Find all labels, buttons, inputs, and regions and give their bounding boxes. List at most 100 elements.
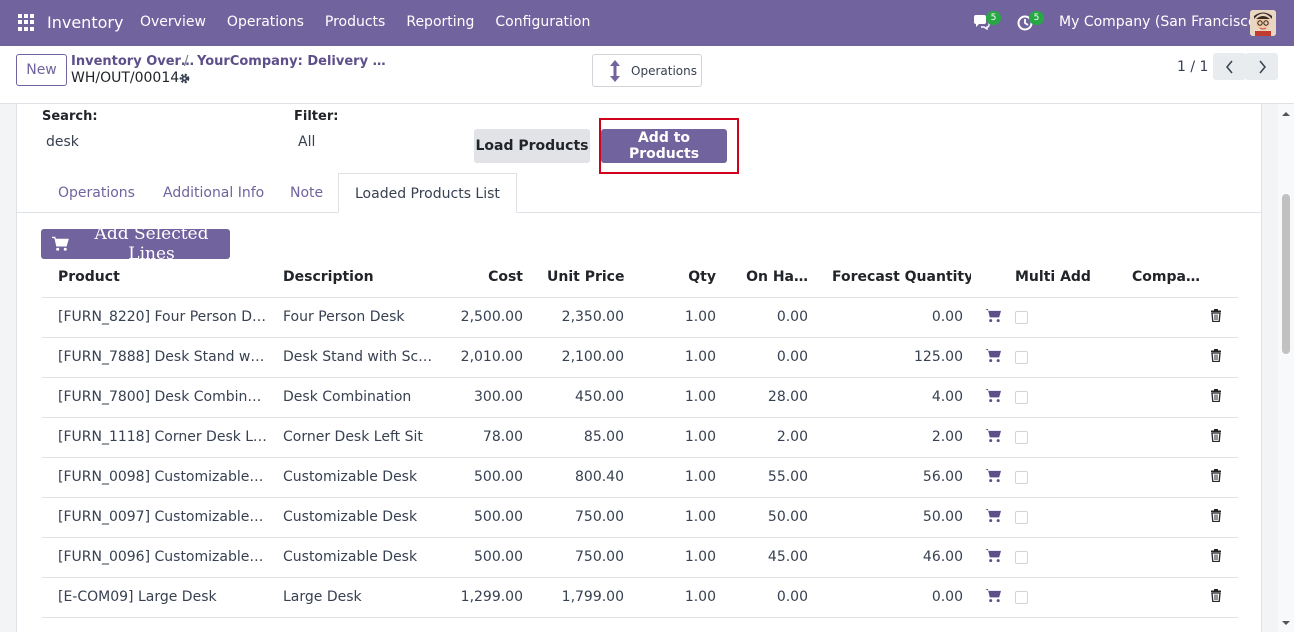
unit-price-cell[interactable]: 2,100.00 xyxy=(531,337,632,378)
description-cell[interactable]: Desk Combination xyxy=(267,377,437,418)
qty-cell[interactable]: 1.00 xyxy=(632,417,724,458)
unit-price-cell[interactable]: 450.00 xyxy=(531,377,632,418)
description-cell[interactable]: Customizable Desk xyxy=(267,497,437,538)
unit-price-cell[interactable]: 750.00 xyxy=(531,497,632,538)
search-input[interactable]: desk xyxy=(46,134,79,150)
cost-cell[interactable]: 2,010.00 xyxy=(437,337,531,378)
app-name[interactable]: Inventory xyxy=(47,13,123,32)
table-row[interactable]: [FURN_8220] Four Person Desk Four Person … xyxy=(42,297,1238,338)
add-to-products-button[interactable]: Add to Products xyxy=(601,129,727,163)
cost-cell[interactable]: 500.00 xyxy=(437,497,531,538)
qty-cell[interactable]: 1.00 xyxy=(632,297,724,338)
product-cell[interactable]: [FURN_7800] Desk Combination xyxy=(42,377,267,418)
cart-icon[interactable] xyxy=(971,377,1015,418)
col-unit-price[interactable]: Unit Price xyxy=(531,257,632,298)
product-cell[interactable]: [E-COM09] Large Desk xyxy=(42,577,267,618)
cost-cell[interactable]: 1,299.00 xyxy=(437,577,531,618)
cart-icon[interactable] xyxy=(971,297,1015,338)
trash-icon[interactable] xyxy=(1116,297,1238,338)
product-cell[interactable]: [FURN_8220] Four Person Desk xyxy=(42,297,267,338)
unit-price-cell[interactable]: 85.00 xyxy=(531,417,632,458)
gear-icon[interactable] xyxy=(178,72,191,85)
load-products-button[interactable]: Load Products xyxy=(474,129,590,163)
breadcrumb-delivery[interactable]: YourCompany: Delivery … xyxy=(197,54,386,69)
pager-next-button[interactable] xyxy=(1245,53,1278,80)
table-row[interactable]: [FURN_7888] Desk Stand with S…Desk Stand… xyxy=(42,337,1238,378)
user-avatar[interactable] xyxy=(1250,10,1276,36)
trash-icon[interactable] xyxy=(1116,417,1238,458)
cart-icon[interactable] xyxy=(971,337,1015,378)
trash-icon[interactable] xyxy=(1116,337,1238,378)
col-forecast-quantity[interactable]: Forecast Quantity xyxy=(816,257,971,298)
multi-add-checkbox[interactable] xyxy=(1015,510,1028,524)
cart-icon[interactable] xyxy=(971,577,1015,618)
tab-operations[interactable]: Operations xyxy=(58,173,135,213)
product-cell[interactable]: [FURN_0097] Customizable Des… xyxy=(42,497,267,538)
cart-icon[interactable] xyxy=(971,457,1015,498)
multi-add-checkbox[interactable] xyxy=(1015,470,1028,484)
description-cell[interactable]: Large Desk xyxy=(267,577,437,618)
multi-add-checkbox[interactable] xyxy=(1015,430,1028,444)
add-selected-lines-button[interactable]: Add Selected Lines xyxy=(41,224,230,264)
product-cell[interactable]: [FURN_0096] Customizable Des… xyxy=(42,537,267,578)
multi-add-checkbox[interactable] xyxy=(1015,550,1028,564)
description-cell[interactable]: Desk Stand with Screen xyxy=(267,337,437,378)
col-multi-add[interactable]: Multi Add xyxy=(1015,257,1116,298)
apps-grid-icon[interactable] xyxy=(18,14,35,31)
filter-select[interactable]: All xyxy=(298,134,315,150)
scroll-up-icon[interactable] xyxy=(1278,107,1294,121)
col-company[interactable]: Compa… xyxy=(1116,257,1238,298)
cost-cell[interactable]: 500.00 xyxy=(437,537,531,578)
description-cell[interactable]: Customizable Desk xyxy=(267,537,437,578)
cost-cell[interactable]: 2,500.00 xyxy=(437,297,531,338)
cost-cell[interactable]: 500.00 xyxy=(437,457,531,498)
qty-cell[interactable]: 1.00 xyxy=(632,337,724,378)
trash-icon[interactable] xyxy=(1116,577,1238,618)
multi-add-checkbox[interactable] xyxy=(1015,590,1028,604)
table-row[interactable]: [FURN_1118] Corner Desk Left SitCorner D… xyxy=(42,417,1238,458)
col-cost[interactable]: Cost xyxy=(437,257,531,298)
product-cell[interactable]: [FURN_1118] Corner Desk Left Sit xyxy=(42,417,267,458)
vertical-scrollbar[interactable] xyxy=(1278,104,1294,632)
trash-icon[interactable] xyxy=(1116,497,1238,538)
table-row[interactable]: [FURN_0097] Customizable Des…Customizabl… xyxy=(42,497,1238,538)
cart-icon[interactable] xyxy=(971,497,1015,538)
multi-add-checkbox[interactable] xyxy=(1015,390,1028,404)
description-cell[interactable]: Customizable Desk xyxy=(267,457,437,498)
pager-previous-button[interactable] xyxy=(1213,53,1246,80)
col-qty[interactable]: Qty xyxy=(632,257,724,298)
menu-products[interactable]: Products xyxy=(325,14,385,30)
menu-reporting[interactable]: Reporting xyxy=(406,14,474,30)
unit-price-cell[interactable]: 1,799.00 xyxy=(531,577,632,618)
description-cell[interactable]: Corner Desk Left Sit xyxy=(267,417,437,458)
table-row[interactable]: [FURN_7800] Desk Combination Desk Combina… xyxy=(42,377,1238,418)
trash-icon[interactable] xyxy=(1116,457,1238,498)
menu-operations[interactable]: Operations xyxy=(227,14,304,30)
unit-price-cell[interactable]: 800.40 xyxy=(531,457,632,498)
multi-add-checkbox[interactable] xyxy=(1015,310,1028,324)
col-on-hand[interactable]: On Ha… xyxy=(724,257,816,298)
breadcrumb-inventory-overview[interactable]: Inventory Over… xyxy=(71,54,194,69)
trash-icon[interactable] xyxy=(1116,377,1238,418)
tab-note[interactable]: Note xyxy=(290,173,323,213)
product-cell[interactable]: [FURN_0098] Customizable Des… xyxy=(42,457,267,498)
table-row[interactable]: [E-COM09] Large Desk Large Desk 1,299.00 1,… xyxy=(42,577,1238,618)
trash-icon[interactable] xyxy=(1116,537,1238,578)
unit-price-cell[interactable]: 750.00 xyxy=(531,537,632,578)
company-switcher[interactable]: My Company (San Francisco) xyxy=(1059,14,1262,30)
cost-cell[interactable]: 300.00 xyxy=(437,377,531,418)
tab-additional-info[interactable]: Additional Info xyxy=(163,173,264,213)
tab-loaded-products-list[interactable]: Loaded Products List xyxy=(338,173,517,213)
menu-overview[interactable]: Overview xyxy=(140,14,206,30)
qty-cell[interactable]: 1.00 xyxy=(632,537,724,578)
qty-cell[interactable]: 1.00 xyxy=(632,497,724,538)
qty-cell[interactable]: 1.00 xyxy=(632,377,724,418)
description-cell[interactable]: Four Person Desk xyxy=(267,297,437,338)
col-description[interactable]: Description xyxy=(267,257,437,298)
qty-cell[interactable]: 1.00 xyxy=(632,577,724,618)
menu-configuration[interactable]: Configuration xyxy=(495,14,590,30)
table-row[interactable]: [FURN_0098] Customizable Des…Customizabl… xyxy=(42,457,1238,498)
qty-cell[interactable]: 1.00 xyxy=(632,457,724,498)
cost-cell[interactable]: 78.00 xyxy=(437,417,531,458)
cart-icon[interactable] xyxy=(971,537,1015,578)
